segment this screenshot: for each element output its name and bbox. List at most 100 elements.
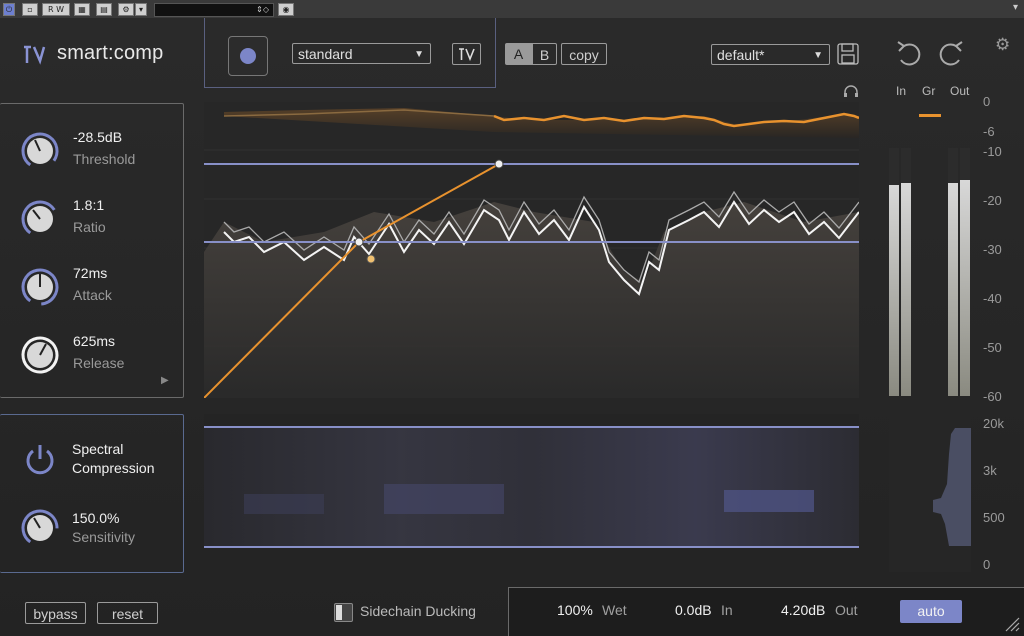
ratio-value: 1.8:1 <box>73 197 105 213</box>
mode-select-value: standard <box>298 46 353 62</box>
out-gain-value[interactable]: 4.20dB <box>781 602 825 618</box>
record-dot-icon <box>240 48 256 64</box>
style-icon <box>459 48 475 62</box>
sidechain-label: Sidechain Ducking <box>360 603 476 619</box>
plugin-window: smart:comp standard ▼ A B copy default* … <box>0 18 1024 636</box>
db-label-20: -20 <box>983 193 1002 208</box>
style-button[interactable] <box>452 43 481 65</box>
chevron-down-icon: ▼ <box>813 50 823 61</box>
attack-knob[interactable] <box>20 267 60 307</box>
ratio-knob[interactable] <box>20 199 60 239</box>
out-meter-right-fill <box>960 180 970 396</box>
gain-reduction-meter <box>919 114 941 117</box>
camera-icon[interactable]: ◉ <box>278 3 294 16</box>
sensitivity-value: 150.0% <box>72 510 120 526</box>
meter-label-in: In <box>896 84 907 98</box>
stepper-icon[interactable]: ⇕◇ <box>256 4 269 16</box>
spectrogram[interactable] <box>204 414 859 572</box>
release-label: Release <box>73 355 125 371</box>
in-gain-value[interactable]: 0.0dB <box>675 602 712 618</box>
dropdown-icon[interactable]: ▾ <box>135 3 147 16</box>
compression-graph[interactable] <box>203 102 860 399</box>
wet-label: Wet <box>602 602 627 618</box>
threshold-value: -28.5dB <box>73 129 123 145</box>
out-meter-left-fill <box>948 182 958 396</box>
db-label-6: -6 <box>983 124 995 139</box>
ratio-handle[interactable] <box>366 254 376 264</box>
sidechain-toggle[interactable] <box>334 603 353 622</box>
auto-button[interactable]: auto <box>900 600 962 623</box>
attack-value: 72ms <box>73 265 108 281</box>
mode-select[interactable]: standard ▼ <box>292 43 431 64</box>
host-toolbar: ⏻ ▫ R W ▦ ▤ ⚙ ▾ ⇕◇ ◉ ▾ <box>0 0 1024 19</box>
read-write-button[interactable]: R W <box>42 3 70 16</box>
in-meter-right <box>901 148 911 396</box>
spectral-title-line2: Compression <box>72 460 155 476</box>
db-label-50: -50 <box>983 340 1002 355</box>
gear-icon[interactable]: ⚙ <box>995 35 1010 55</box>
preset-select-value: default* <box>717 47 765 63</box>
out-meter-right <box>960 148 970 396</box>
spectral-title-line1: Spectral <box>72 441 124 457</box>
db-label-40: -40 <box>983 291 1002 306</box>
spectral-meter-canvas <box>933 428 971 546</box>
spectral-meter <box>889 414 971 572</box>
save-icon[interactable] <box>837 43 859 65</box>
smart-comp-logo-icon <box>24 45 46 65</box>
output-bar: 100% Wet 0.0dB In 4.20dB Out auto <box>508 587 1024 636</box>
sensitivity-knob[interactable] <box>20 508 60 548</box>
db-label-30: -30 <box>983 242 1002 257</box>
bypass-button[interactable]: bypass <box>25 602 86 624</box>
preset-select[interactable]: default* ▼ <box>711 44 830 65</box>
reset-button[interactable]: reset <box>97 602 158 624</box>
threshold-label: Threshold <box>73 151 136 167</box>
freq-label-20k: 20k <box>983 416 1004 431</box>
out-meter-left <box>948 148 958 396</box>
spectrogram-canvas <box>204 426 859 548</box>
in-gain-label: In <box>721 602 733 618</box>
resize-handle-icon[interactable] <box>1002 614 1020 632</box>
release-knob[interactable] <box>20 335 60 375</box>
ceiling-handle[interactable] <box>494 159 504 169</box>
redo-icon[interactable] <box>935 40 965 70</box>
threshold-knob[interactable] <box>20 131 60 171</box>
power-toggle-icon[interactable] <box>22 442 58 478</box>
knee-handle[interactable] <box>354 237 364 247</box>
out-gain-label: Out <box>835 602 858 618</box>
wet-value[interactable]: 100% <box>557 602 593 618</box>
preset-field[interactable]: ⇕◇ <box>154 3 274 17</box>
ab-a-button[interactable]: A <box>505 43 532 65</box>
spectral-panel <box>0 414 184 573</box>
in-meter-right-fill <box>901 182 911 396</box>
compare-icon[interactable]: ▦ <box>74 3 90 16</box>
db-label-60: -60 <box>983 389 1002 404</box>
settings-icon[interactable]: ⚙ <box>118 3 134 16</box>
sensitivity-label: Sensitivity <box>72 529 136 545</box>
meter-label-gr: Gr <box>922 84 936 98</box>
ratio-label: Ratio <box>73 219 106 235</box>
menu-icon[interactable]: ▾ <box>1013 2 1018 13</box>
attack-label: Attack <box>73 287 112 303</box>
expand-arrow-icon[interactable]: ▶ <box>161 375 169 386</box>
freq-label-0: 0 <box>983 557 991 572</box>
graph-canvas <box>203 108 860 399</box>
record-enable-icon[interactable]: ▫ <box>22 3 38 16</box>
meter-label-out: Out <box>950 84 970 98</box>
ab-b-button[interactable]: B <box>532 43 557 65</box>
toggle-knob <box>336 605 342 620</box>
app-title: smart:comp <box>57 42 164 64</box>
freq-label-3k: 3k <box>983 463 997 478</box>
freq-label-500: 500 <box>983 510 1005 525</box>
grid-icon[interactable]: ▤ <box>96 3 112 16</box>
chevron-down-icon: ▼ <box>414 49 424 60</box>
db-label-0: 0 <box>983 94 991 109</box>
headphones-icon[interactable] <box>843 84 859 98</box>
release-value: 625ms <box>73 333 116 349</box>
learn-button[interactable] <box>228 36 268 76</box>
db-label-10: -10 <box>983 144 1002 159</box>
power-icon[interactable]: ⏻ <box>3 3 15 16</box>
in-meter-left <box>889 148 899 396</box>
undo-icon[interactable] <box>895 40 925 70</box>
copy-button[interactable]: copy <box>561 43 607 65</box>
in-meter-left-fill <box>889 185 899 396</box>
